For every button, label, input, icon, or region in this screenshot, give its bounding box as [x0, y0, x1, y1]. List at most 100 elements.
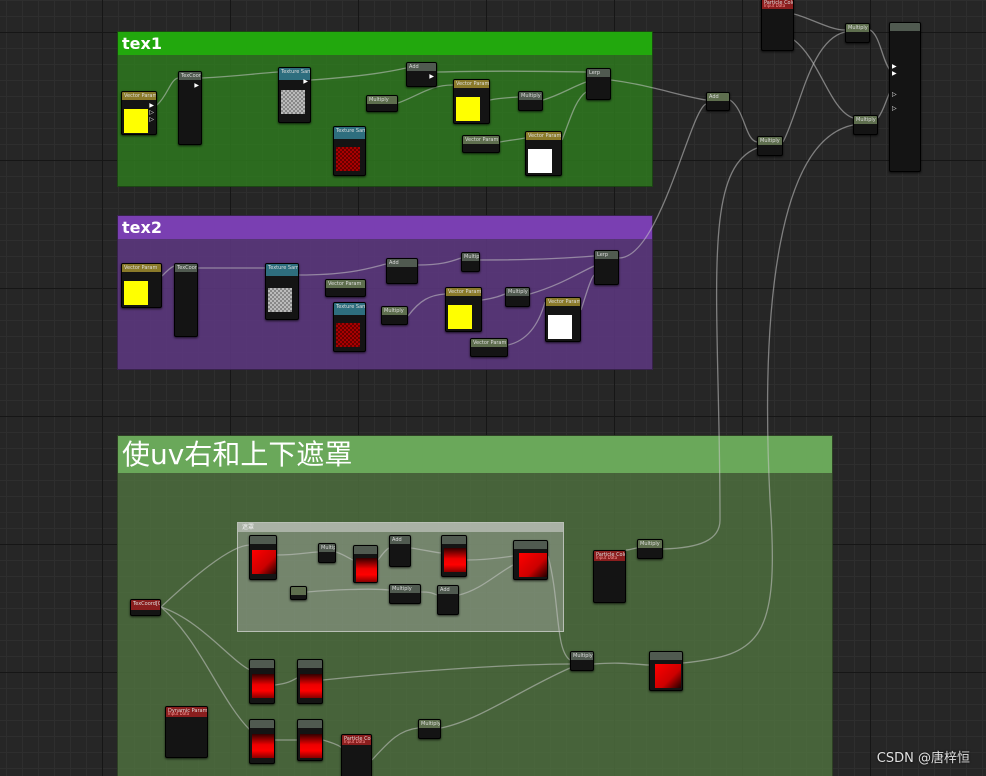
node-title: [354, 546, 377, 554]
lerp-node-tex1[interactable]: Lerp: [586, 68, 611, 100]
comment-title-tex2[interactable]: tex2: [118, 216, 652, 239]
texcoord-node-mask[interactable]: TexCoord[0]: [130, 599, 161, 616]
texture-preview-red: [336, 323, 360, 347]
color-param-node-tex2[interactable]: Vector Param: [121, 263, 162, 308]
output-pins[interactable]: ▶: [429, 73, 434, 80]
mask-gradient-node-4[interactable]: [513, 540, 548, 580]
scalar-param-node-tex2-b[interactable]: Vector Param: [470, 338, 508, 357]
multiply-node-opacity[interactable]: Multiply: [853, 115, 878, 135]
node-title: Multiply: [758, 137, 782, 145]
texture-preview-noise: [268, 288, 292, 312]
color-preview-yellow: [456, 97, 480, 121]
mask-multiply-node-2[interactable]: Multiply: [389, 584, 421, 604]
mask-constant-node[interactable]: [290, 586, 307, 600]
node-title: Multiply: [367, 96, 397, 104]
scalar-param-node-tex2[interactable]: Vector Param: [325, 279, 366, 297]
node-title: Add: [387, 259, 417, 267]
node-title: Vector Param: [463, 136, 499, 144]
comment-title-mask[interactable]: 使uv右和上下遮罩: [118, 436, 832, 473]
particle-color-node-bottom[interactable]: Particle Color Input Data: [341, 734, 372, 776]
scalar-param-node-tex1[interactable]: Vector Param: [462, 135, 500, 153]
gradient-preview-red: [356, 558, 377, 582]
dynamic-parameter-node[interactable]: Dynamic Parameter Input Data: [165, 706, 208, 758]
panner-texture-node-tex1[interactable]: Texture Sample: [333, 126, 366, 176]
node-title: [298, 660, 322, 668]
panner-texture-node-tex2[interactable]: Texture Sample: [333, 302, 366, 352]
gradient-preview-red: [252, 674, 274, 698]
color-param-node-tex1[interactable]: Vector Param ▶ ▷ ▷: [121, 91, 157, 135]
color-param-node-tex1-b[interactable]: Vector Param: [453, 79, 490, 124]
multiply-node-tex2-b[interactable]: Multiply: [461, 252, 480, 272]
output-pins[interactable]: ▶: [194, 82, 199, 89]
node-title: [298, 720, 322, 728]
mask-gradient-node-5[interactable]: [249, 659, 275, 704]
mask-multiply-node-3[interactable]: Multiply: [637, 539, 663, 559]
node-title: Vector Param: [326, 280, 365, 288]
mask-gradient-node-7[interactable]: [249, 719, 275, 764]
lerp-node-tex2[interactable]: Lerp: [594, 250, 619, 285]
node-title: [890, 23, 920, 31]
multiply-node-tex1-b[interactable]: Multiply: [518, 91, 543, 111]
comment-title-inner-mask[interactable]: 遮罩: [238, 523, 563, 532]
mask-multiply-node-5[interactable]: Multiply: [570, 651, 594, 671]
particle-color-node-mid[interactable]: Particle Color Input Data: [593, 550, 626, 603]
mask-gradient-node-3[interactable]: [441, 535, 467, 577]
node-title: TexCoord[0]: [131, 600, 160, 610]
node-title: Texture Sample: [266, 264, 298, 276]
gradient-preview-red: [655, 664, 681, 688]
node-title: [442, 536, 466, 544]
multiply-node-tex1-a[interactable]: Multiply: [366, 95, 398, 112]
multiply-node-tex2-a[interactable]: Multiply: [381, 306, 408, 325]
mask-multiply-node-4[interactable]: Multiply: [418, 719, 441, 739]
material-result-node[interactable]: ▶ ▶ ▷ ▷: [889, 22, 921, 172]
output-pins[interactable]: ▶ ▷ ▷: [149, 102, 154, 123]
gradient-preview-red: [444, 548, 466, 572]
node-title: Multiply: [419, 720, 440, 728]
multiply-node-emissive[interactable]: Multiply: [845, 23, 870, 43]
color-preview-white: [548, 315, 572, 339]
add-node-tex1[interactable]: Add ▶: [406, 62, 437, 87]
particle-color-node-top[interactable]: Particle Color Input Data: [761, 0, 794, 51]
material-graph-canvas[interactable]: tex1 tex2 使uv右和上下遮罩 遮罩 Vector Param ▶ ▷ …: [0, 0, 986, 776]
mask-gradient-node-2[interactable]: [353, 545, 378, 583]
node-title: TexCoord[0]: [179, 72, 201, 80]
color-preview-yellow: [124, 281, 148, 305]
mask-add-node-2[interactable]: Add: [437, 585, 459, 615]
watermark: CSDN @唐梓恒: [876, 751, 970, 766]
add-node-combine[interactable]: Add: [706, 92, 730, 111]
comment-title-tex1[interactable]: tex1: [118, 32, 652, 55]
gradient-preview-red: [252, 734, 274, 758]
node-title: Add: [407, 63, 436, 71]
mask-gradient-node-1[interactable]: [249, 535, 277, 580]
texture-sample-node-tex1[interactable]: Texture Sample ▶: [278, 67, 311, 123]
multiply-node-tex2-c[interactable]: Multiply: [505, 287, 530, 307]
node-title: [514, 541, 547, 549]
node-title: Vector Param: [471, 339, 507, 347]
texcoord-node-tex2[interactable]: TexCoord[0]: [174, 263, 198, 337]
color-preview-yellow: [448, 305, 472, 329]
texture-sample-node-tex2[interactable]: Texture Sample: [265, 263, 299, 320]
output-pins[interactable]: ▶: [303, 78, 308, 85]
mask-gradient-node-8[interactable]: [297, 719, 323, 761]
color-param-node-tex2-white[interactable]: Vector Param: [545, 297, 581, 342]
node-title: [250, 720, 274, 728]
multiply-node-combine[interactable]: Multiply: [757, 136, 783, 156]
gradient-preview-red: [252, 550, 276, 574]
node-title: Multiply: [462, 253, 479, 261]
mask-add-node-1[interactable]: Add: [389, 535, 411, 567]
color-preview-white: [528, 149, 552, 173]
texcoord-node-tex1[interactable]: TexCoord[0] ▶: [178, 71, 202, 145]
node-title: Add: [707, 93, 729, 101]
node-title: [291, 587, 306, 595]
input-pins[interactable]: ▶ ▶ ▷ ▷: [892, 63, 897, 112]
color-preview-yellow: [124, 109, 148, 133]
node-title: Multiply: [506, 288, 529, 296]
texture-preview-red: [336, 147, 360, 171]
color-param-node-tex1-white[interactable]: Vector Param: [525, 131, 562, 176]
color-param-node-tex2-b[interactable]: Vector Param: [445, 287, 482, 332]
add-node-tex2[interactable]: Add: [386, 258, 418, 284]
node-title: Vector Param: [122, 264, 161, 272]
mask-multiply-node-1[interactable]: Multiply: [318, 543, 336, 563]
mask-gradient-node-final[interactable]: [649, 651, 683, 691]
mask-gradient-node-6[interactable]: [297, 659, 323, 704]
